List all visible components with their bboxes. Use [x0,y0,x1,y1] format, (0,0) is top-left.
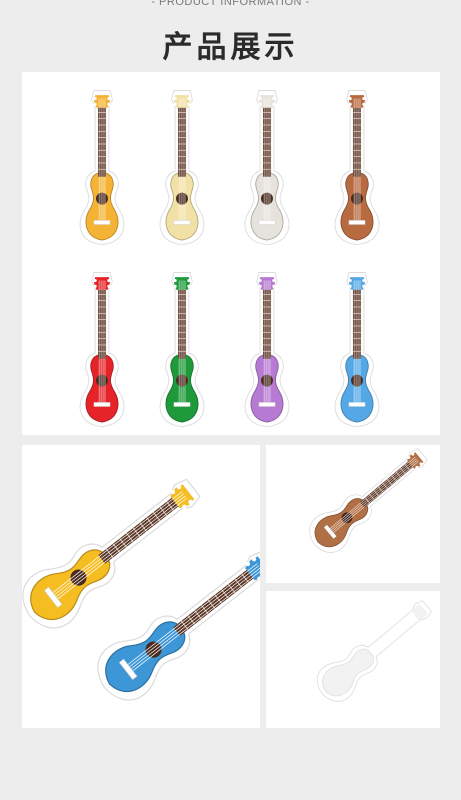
ukulele-pair-closeup [22,478,260,701]
ukulele-grid [79,90,380,428]
ukulele-patch-6 [159,272,205,428]
ukulele-patch-8 [334,272,380,428]
ukulele-brown-closeup [309,448,428,553]
closeup-brown-panel [266,445,440,583]
section-subtitle: - PRODUCT INFORMATION - [151,0,310,8]
ukulele-patch-5 [79,272,125,428]
ukulele-patch-7 [244,272,290,428]
ukulele-patch-back [317,600,433,702]
ukulele-patch-4 [334,90,380,246]
closeup-white-panel [266,591,440,728]
ukulele-patch-1 [79,90,125,246]
section-title: 产品展示 [162,30,299,65]
closeup-pair-panel [22,445,260,728]
ukulele-patch-2 [159,90,205,246]
product-grid-panel [22,72,440,435]
ukulele-patch-3 [244,90,290,246]
ukulele-back-closeup [317,600,433,702]
ukulele-patch-yellow [22,478,201,629]
ukulele-patch-brown [309,448,428,553]
